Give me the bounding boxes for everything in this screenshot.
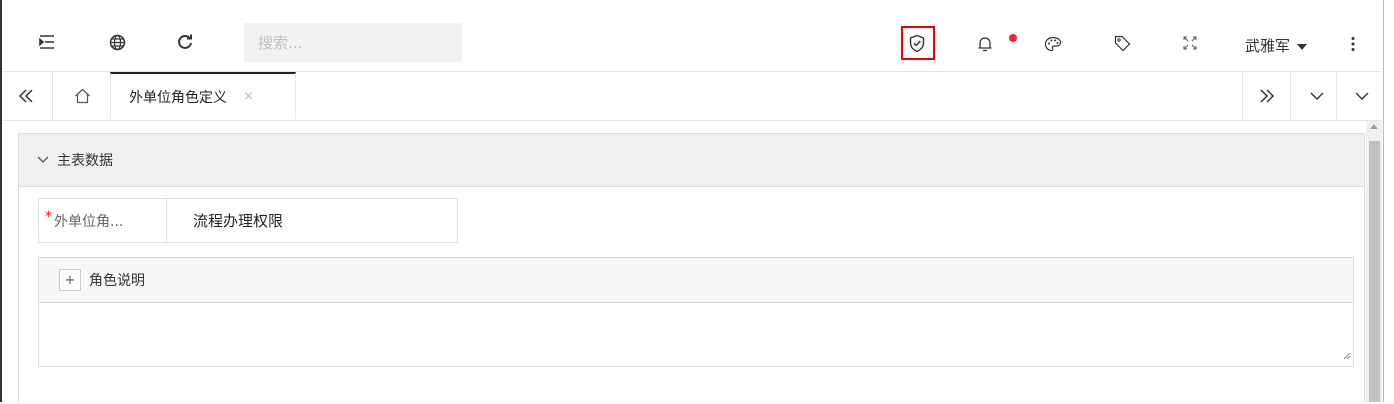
user-name: 武雅军 (1245, 37, 1291, 55)
tag-icon[interactable] (1112, 33, 1132, 53)
main-content: 主表数据 * 外单位角... 流程办理权限 + 角色说明 (2, 121, 1366, 403)
fullscreen-icon[interactable] (1180, 33, 1200, 53)
description-textarea[interactable] (39, 303, 1353, 367)
tab-active[interactable]: 外单位角色定义 × (110, 72, 296, 119)
caret-down-icon (1296, 37, 1308, 55)
refresh-icon[interactable] (175, 32, 195, 52)
add-button[interactable]: + (59, 269, 81, 291)
role-description-section: + 角色说明 (38, 257, 1354, 367)
master-data-panel: 主表数据 * 外单位角... 流程办理权限 + 角色说明 (18, 133, 1365, 403)
chevron-down-icon (37, 152, 49, 168)
globe-icon[interactable] (107, 32, 127, 52)
tab-divider (52, 72, 53, 120)
top-toolbar: 武雅军 (2, 0, 1382, 72)
tab-label: 外单位角色定义 (129, 89, 227, 106)
search-input[interactable] (244, 23, 462, 62)
panel-title: 主表数据 (57, 153, 113, 169)
palette-icon[interactable] (1043, 34, 1063, 54)
panel-header[interactable]: 主表数据 (19, 134, 1364, 187)
role-name-field: * 外单位角... 流程办理权限 (38, 198, 458, 243)
resize-handle-icon[interactable] (1343, 345, 1351, 364)
notification-dot (1009, 34, 1017, 42)
chevron-down-icon[interactable] (1352, 86, 1372, 106)
double-right-icon[interactable] (1257, 86, 1277, 106)
bell-icon[interactable] (975, 34, 995, 54)
field-label-text: 外单位角... (54, 213, 124, 230)
scroll-up-icon[interactable] (1370, 124, 1378, 129)
description-header: + 角色说明 (39, 258, 1353, 303)
required-mark: * (45, 208, 52, 225)
description-label: 角色说明 (89, 273, 145, 289)
tab-close-icon[interactable]: × (243, 89, 254, 104)
role-name-input[interactable]: 流程办理权限 (167, 199, 283, 242)
user-menu[interactable]: 武雅军 (1245, 35, 1308, 56)
chevron-down-icon[interactable] (1307, 86, 1327, 106)
home-icon[interactable] (72, 86, 92, 106)
tab-bar: 外单位角色定义 × (2, 72, 1382, 121)
field-label: * 外单位角... (39, 199, 167, 242)
shield-check-icon[interactable] (907, 33, 927, 53)
tab-divider (1290, 72, 1291, 120)
menu-fold-icon[interactable] (37, 32, 57, 52)
more-vertical-icon[interactable] (1346, 34, 1360, 54)
tab-divider (1242, 72, 1243, 120)
scrollbar-thumb[interactable] (1369, 141, 1380, 402)
tab-divider (1336, 72, 1337, 120)
double-left-icon[interactable] (16, 86, 36, 106)
